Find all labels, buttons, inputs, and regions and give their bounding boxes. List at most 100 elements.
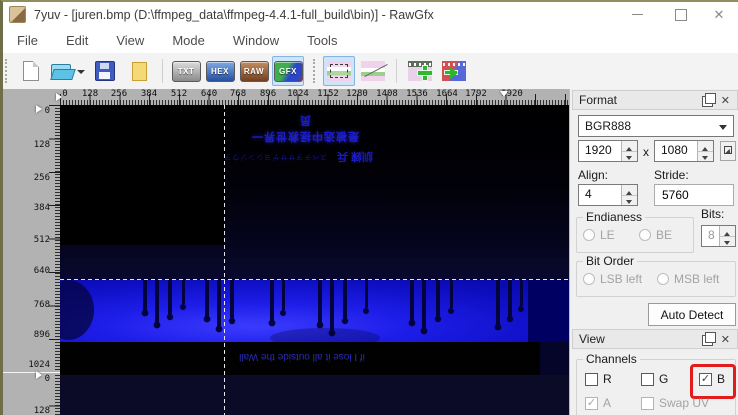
width-input[interactable] <box>583 142 622 158</box>
align-spinbox[interactable] <box>578 184 638 206</box>
export-arrow-icon <box>442 61 466 81</box>
selection-guide-horizontal[interactable] <box>60 279 569 280</box>
ruler-label: 640 <box>33 266 50 276</box>
float-dock-icon[interactable] <box>702 93 716 107</box>
save-button[interactable] <box>89 56 121 86</box>
width-spinbox[interactable] <box>578 140 638 162</box>
ruler-cursor-marker <box>36 371 46 379</box>
lsb-left-radio[interactable]: LSB left <box>583 272 642 286</box>
pixel-format-select[interactable]: BGR888 <box>578 115 734 137</box>
bits-spinbox[interactable] <box>701 225 736 247</box>
stride-field[interactable] <box>654 184 734 206</box>
crop-icon <box>361 61 385 81</box>
yellow-file-button[interactable] <box>123 56 155 86</box>
maximize-button[interactable] <box>664 2 698 27</box>
format-dock-titlebar[interactable]: Format ✕ <box>572 90 738 110</box>
ruler-label: 1408 <box>376 89 398 99</box>
new-file-button[interactable] <box>15 56 47 86</box>
raw-mode-icon: RAW <box>239 60 269 82</box>
ruler-label: 1024 <box>287 89 309 99</box>
endianess-label: Endianess <box>583 210 646 224</box>
add-frame-button[interactable] <box>404 56 436 86</box>
close-dock-icon[interactable]: ✕ <box>721 333 730 346</box>
view-dock-titlebar[interactable]: View ✕ <box>572 329 738 349</box>
checkbox-icon <box>585 372 598 386</box>
stride-input[interactable] <box>660 187 731 203</box>
ruler-label: 512 <box>170 89 188 99</box>
menu-tools[interactable]: Tools <box>293 33 351 48</box>
image-subtitle-band-right <box>540 342 569 375</box>
close-button[interactable]: ✕ <box>702 2 736 27</box>
crop-button[interactable] <box>357 56 389 86</box>
spin-up-icon[interactable] <box>720 226 735 237</box>
chevron-down-icon <box>719 125 727 134</box>
toolbar-grip-2[interactable] <box>313 59 318 83</box>
open-folder-icon <box>50 63 76 80</box>
toolbar-separator <box>162 59 163 83</box>
be-label: BE <box>656 228 673 242</box>
bit-order-label: Bit Order <box>583 254 638 268</box>
ruler-label: 256 <box>110 89 128 99</box>
vertical-ruler[interactable]: 0 128 256 384 512 640 768 896 1024 0 128 <box>3 105 60 415</box>
mode-raw-button[interactable]: RAW <box>238 56 270 86</box>
mode-txt-button[interactable]: TXT <box>170 56 202 86</box>
menu-window[interactable]: Window <box>219 33 293 48</box>
minimize-button[interactable] <box>620 2 654 27</box>
menu-edit[interactable]: Edit <box>52 33 102 48</box>
spin-up-icon[interactable] <box>622 141 637 152</box>
select-marquee-button[interactable] <box>323 56 355 86</box>
size-preset-button[interactable] <box>720 141 736 161</box>
mode-gfx-button[interactable]: GFX <box>272 56 304 86</box>
spin-up-icon[interactable] <box>698 141 713 152</box>
image-flipped-caption: if I lose it all outside the Wall <box>239 351 365 362</box>
open-file-button[interactable] <box>49 56 87 86</box>
image-canvas[interactable]: 是被选中拯救世界一员 訓練 兵 スベテヲササゲヨシンゾウヲ if I lose … <box>60 105 569 415</box>
endianess-le-radio[interactable]: LE <box>583 228 615 242</box>
ruler-cursor-marker <box>36 105 46 113</box>
spin-down-icon[interactable] <box>698 151 713 161</box>
menu-mode[interactable]: Mode <box>158 33 219 48</box>
spin-up-icon[interactable] <box>622 185 637 196</box>
dock-panel: Format ✕ BGR888 x Align: Stride: Endia <box>569 89 738 415</box>
export-button[interactable] <box>438 56 470 86</box>
channel-a-checkbox[interactable]: ✓ A <box>585 396 611 410</box>
image-dark-sky-left <box>60 105 224 245</box>
channel-g-checkbox[interactable]: G <box>641 372 668 386</box>
ruler-label: 128 <box>33 140 50 150</box>
close-dock-icon[interactable]: ✕ <box>721 94 730 107</box>
auto-detect-button[interactable]: Auto Detect <box>648 303 736 326</box>
channel-r-checkbox[interactable]: R <box>585 372 612 386</box>
spin-down-icon[interactable] <box>622 151 637 161</box>
swap-uv-checkbox[interactable]: Swap UV <box>641 396 709 410</box>
highlight-annotation-b-channel <box>690 364 736 399</box>
toolbar: TXT HEX RAW GFX <box>3 53 738 90</box>
align-input[interactable] <box>583 186 622 202</box>
spin-down-icon[interactable] <box>622 195 637 205</box>
bits-label: Bits: <box>701 207 725 221</box>
image-band-dark-right <box>528 280 569 342</box>
open-dropdown-arrow-icon[interactable] <box>77 70 85 78</box>
selection-guide-vertical[interactable] <box>224 105 225 415</box>
a-label: A <box>603 396 612 410</box>
toolbar-grip[interactable] <box>5 59 10 83</box>
endianess-be-radio[interactable]: BE <box>639 228 672 242</box>
msb-left-radio[interactable]: MSB left <box>657 272 719 286</box>
float-dock-icon[interactable] <box>702 332 716 346</box>
add-frame-icon <box>408 61 432 81</box>
spin-down-icon[interactable] <box>720 236 735 246</box>
height-spinbox[interactable] <box>654 140 714 162</box>
new-file-icon <box>23 61 39 81</box>
menu-file[interactable]: File <box>3 33 52 48</box>
ruler-label: 128 <box>33 406 50 415</box>
format-dock-title: Format <box>579 93 618 107</box>
height-input[interactable] <box>659 142 698 158</box>
mode-hex-button[interactable]: HEX <box>204 56 236 86</box>
ruler-label: 384 <box>33 203 50 213</box>
txt-mode-icon: TXT <box>171 60 201 82</box>
horizontal-ruler[interactable]: 0 128 256 384 512 640 768 896 1024 1152 … <box>56 89 569 105</box>
title-bar[interactable]: 7yuv - [juren.bmp (D:\ffmpeg_data\ffmpeg… <box>3 2 738 27</box>
ruler-label: 384 <box>140 89 158 99</box>
ruler-label: 896 <box>33 330 50 340</box>
menu-view[interactable]: View <box>102 33 158 48</box>
close-icon: ✕ <box>713 6 725 22</box>
